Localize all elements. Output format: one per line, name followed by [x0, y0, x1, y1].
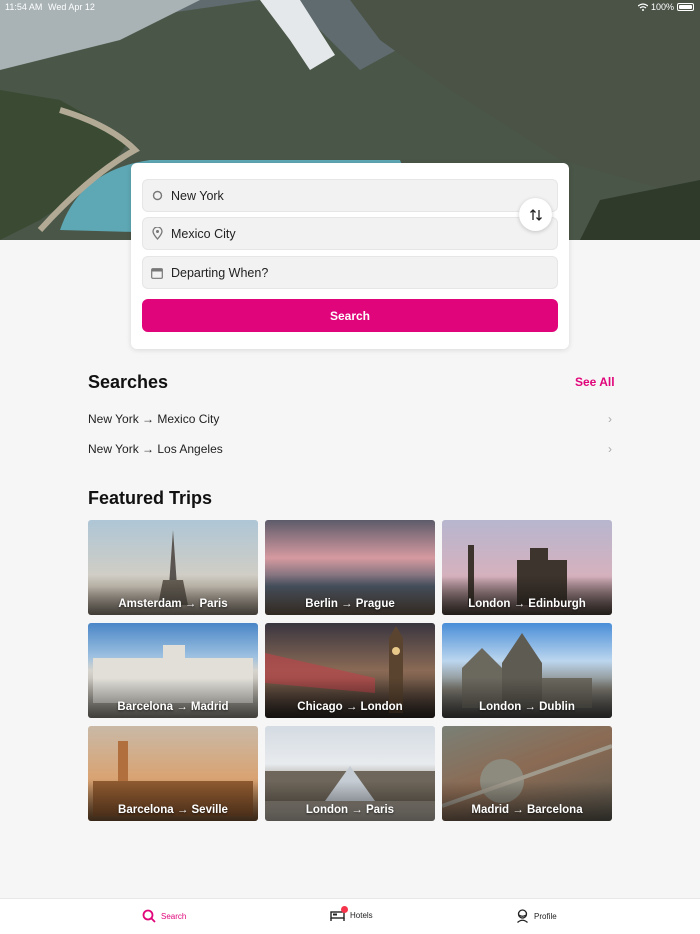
- search-icon: [142, 909, 156, 923]
- tab-profile-label: Profile: [534, 911, 557, 921]
- origin-field[interactable]: New York: [142, 179, 558, 212]
- trip-card[interactable]: Barcelona → Seville: [88, 726, 258, 821]
- chevron-right-icon: ›: [608, 442, 612, 456]
- status-time: 11:54 AM: [5, 2, 43, 12]
- tab-search-label: Search: [161, 911, 187, 921]
- profile-icon: [517, 909, 528, 923]
- trip-card-label: London → Paris: [305, 804, 395, 816]
- destination-field[interactable]: Mexico City: [142, 217, 558, 250]
- search-card: New York Mexico City Departing When? Sea…: [131, 163, 569, 349]
- trip-card-label: London → Dublin: [479, 701, 575, 713]
- battery-icon: [677, 3, 694, 11]
- featured-trips-heading: Featured Trips: [88, 488, 213, 508]
- trip-card[interactable]: Barcelona → Madrid: [88, 623, 258, 718]
- battery-percent: 100%: [650, 2, 674, 12]
- recent-search-label: New York → Los Angeles: [88, 442, 223, 456]
- trip-card-label: Amsterdam → Paris: [118, 598, 228, 610]
- location-pin-icon: [151, 227, 163, 240]
- searches-heading: Searches: [88, 372, 169, 392]
- tab-hotels-label: Hotels: [350, 911, 373, 920]
- trip-card[interactable]: London → Paris: [265, 726, 435, 821]
- trip-card-label: Berlin → Prague: [305, 598, 395, 610]
- departure-date-field[interactable]: Departing When?: [142, 256, 558, 289]
- chevron-right-icon: ›: [608, 412, 612, 426]
- origin-value: New York: [171, 188, 224, 203]
- trip-card[interactable]: London → Edinburgh: [442, 520, 612, 615]
- tab-profile[interactable]: Profile: [516, 909, 557, 923]
- trip-card-label: Barcelona → Seville: [118, 804, 228, 816]
- trip-card[interactable]: Amsterdam → Paris: [88, 520, 258, 615]
- see-all-link[interactable]: See All: [575, 375, 615, 389]
- origin-circle-icon: [151, 190, 163, 202]
- departure-date-placeholder: Departing When?: [171, 265, 269, 280]
- trip-card[interactable]: Berlin → Prague: [265, 520, 435, 615]
- status-date: Wed Apr 12: [48, 2, 95, 12]
- trip-card-label: London → Edinburgh: [468, 598, 586, 610]
- calendar-icon: [151, 267, 163, 279]
- trip-card[interactable]: Chicago → London: [265, 623, 435, 718]
- recent-search-item[interactable]: New York → Mexico City ›: [88, 407, 612, 431]
- status-bar: 11:54 AM Wed Apr 12 100%: [0, 0, 700, 14]
- trip-card[interactable]: Madrid → Barcelona: [442, 726, 612, 821]
- trip-card[interactable]: London → Dublin: [442, 623, 612, 718]
- hotels-notification-badge: [341, 906, 348, 913]
- trip-card-label: Madrid → Barcelona: [471, 804, 583, 816]
- recent-search-label: New York → Mexico City: [88, 412, 220, 426]
- trip-card-label: Chicago → London: [297, 701, 403, 713]
- tab-search[interactable]: Search: [142, 909, 186, 923]
- tab-bar: Search Hotels Profile: [0, 898, 700, 934]
- search-button[interactable]: Search: [142, 299, 558, 332]
- swap-button[interactable]: [519, 198, 552, 231]
- trip-card-label: Barcelona → Madrid: [117, 701, 229, 713]
- destination-value: Mexico City: [171, 226, 236, 241]
- swap-arrows-icon: [529, 208, 542, 221]
- wifi-icon: [637, 3, 648, 11]
- recent-search-item[interactable]: New York → Los Angeles ›: [88, 437, 612, 461]
- tab-hotels[interactable]: Hotels: [330, 906, 373, 922]
